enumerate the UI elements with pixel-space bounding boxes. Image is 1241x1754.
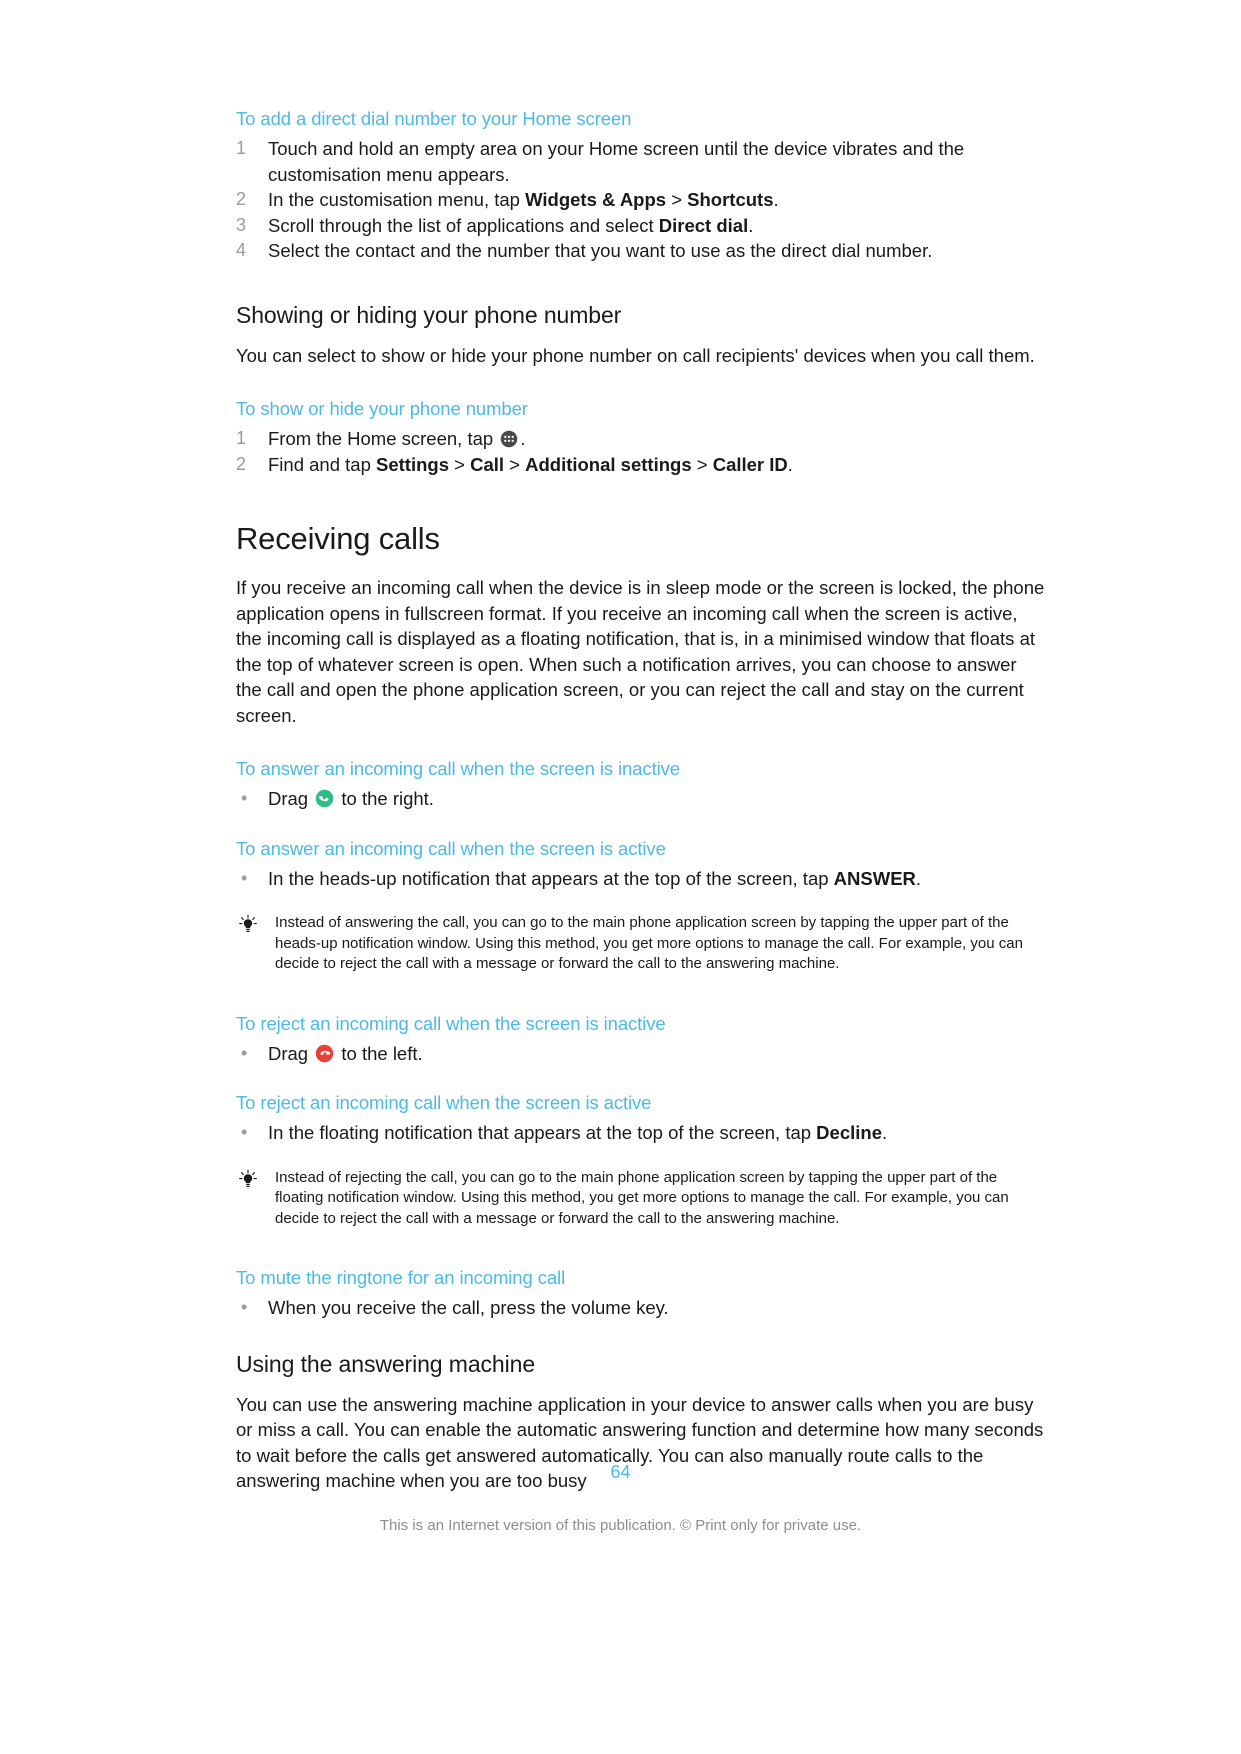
footer-copyright-note: This is an Internet version of this publ… [379, 1517, 862, 1534]
steps-reject-inactive: • Drag to the left. [236, 1041, 1046, 1067]
procedure-title-mute-ringtone: To mute the ringtone for an incoming cal… [236, 1267, 566, 1288]
steps-answer-active: • In the heads-up notification that appe… [236, 866, 1046, 892]
step-text-fragment: to the left. [336, 1042, 423, 1064]
step-text-fragment: Drag [268, 788, 314, 809]
chapter-heading-receiving-calls: Receiving calls [236, 521, 440, 556]
step-text-fragment: In the heads-up notification that appear… [268, 867, 834, 889]
list-item: 2 Find and tap Settings > Call > Additio… [236, 452, 1046, 478]
step-text-bold: Call [470, 453, 505, 475]
step-text-fragment: Find and tap [268, 453, 376, 475]
step-text-fragment: > [448, 453, 471, 475]
step-text-bold: Decline [816, 1122, 882, 1143]
steps-show-hide-number: 1 From the Home screen, tap . 2 Find and… [236, 426, 1046, 477]
list-item: 2 In the customisation menu, tap Widgets… [236, 187, 1046, 213]
bullet-marker: • [241, 1042, 248, 1063]
bullet-marker: • [241, 1297, 248, 1317]
list-item: • Drag to the left. [236, 1041, 1046, 1067]
step-text-fragment: > [691, 453, 713, 475]
list-item: 1 From the Home screen, tap . [236, 426, 1046, 452]
reject-call-icon [315, 1044, 334, 1063]
step-number: 1 [236, 138, 247, 158]
chapter-body-receiving-calls: If you receive an incoming call when the… [236, 577, 1045, 726]
app-drawer-icon [500, 429, 518, 448]
list-item: • When you receive the call, press the v… [236, 1295, 1046, 1321]
step-text-bold: Additional settings [525, 453, 692, 475]
section-body-showing-hiding: You can select to show or hide your phon… [236, 344, 1035, 366]
bullet-marker: • [241, 867, 248, 888]
procedure-title-show-hide-number: To show or hide your phone number [236, 398, 528, 419]
step-text-fragment: . [787, 453, 793, 475]
step-text-fragment: to the right. [336, 788, 434, 809]
step-text: When you receive the call, press the vol… [268, 1297, 669, 1318]
steps-direct-dial: 1 Touch and hold an empty area on your H… [236, 136, 1046, 264]
list-item: • In the heads-up notification that appe… [236, 866, 1046, 892]
step-text: Touch and hold an empty area on your Hom… [268, 138, 965, 185]
steps-reject-active: • In the floating notification that appe… [236, 1120, 1046, 1146]
list-item: 4 Select the contact and the number that… [236, 238, 1046, 264]
page-number: 64 [610, 1462, 631, 1482]
step-text-fragment: From the Home screen, tap [268, 428, 499, 449]
step-text-bold: Caller ID [712, 453, 788, 475]
step-text-fragment: . [881, 1122, 888, 1143]
procedure-title-direct-dial: To add a direct dial number to your Home… [236, 108, 632, 129]
step-text: Select the contact and the number that y… [268, 240, 933, 261]
answer-call-icon [315, 789, 334, 808]
tip-text-answer: Instead of answering the call, you can g… [275, 914, 1023, 972]
section-heading-answering-machine: Using the answering machine [236, 1350, 536, 1377]
tip-text-reject: Instead of rejecting the call, you can g… [275, 1168, 1009, 1227]
bullet-marker: • [241, 1122, 248, 1142]
step-text-fragment: . [915, 867, 922, 889]
step-number: 2 [236, 189, 247, 209]
procedure-title-reject-active: To reject an incoming call when the scre… [236, 1092, 652, 1113]
step-text-bold: Shortcuts [687, 189, 774, 210]
steps-answer-inactive: • Drag to the right. [236, 786, 1046, 812]
step-number: 1 [236, 428, 247, 448]
step-text-fragment: . [748, 214, 754, 236]
step-text-bold: Settings [376, 453, 449, 475]
step-text-fragment: > [504, 453, 526, 475]
step-text-fragment: In the floating notification that appear… [268, 1122, 817, 1143]
list-item: 1 Touch and hold an empty area on your H… [236, 136, 1046, 187]
list-item: 3 Scroll through the list of application… [236, 213, 1046, 239]
page-content: To add a direct dial number to your Home… [236, 108, 1046, 1494]
procedure-title-reject-inactive: To reject an incoming call when the scre… [236, 1012, 666, 1034]
list-item: • Drag to the right. [236, 786, 1046, 812]
step-text-fragment: In the customisation menu, tap [268, 189, 526, 210]
step-number: 4 [236, 240, 247, 260]
step-text-fragment: Scroll through the list of applications … [268, 214, 659, 236]
step-number: 2 [236, 453, 247, 474]
procedure-title-answer-active: To answer an incoming call when the scre… [236, 837, 666, 859]
step-number: 3 [236, 214, 247, 235]
tip-block-answer: Instead of answering the call, you can g… [236, 913, 1046, 975]
procedure-title-answer-inactive: To answer an incoming call when the scre… [236, 758, 680, 779]
section-heading-showing-hiding: Showing or hiding your phone number [236, 301, 622, 328]
step-text-bold: ANSWER [833, 867, 916, 889]
step-text-fragment: . [520, 428, 526, 449]
list-item: • In the floating notification that appe… [236, 1120, 1046, 1146]
steps-mute-ringtone: • When you receive the call, press the v… [236, 1295, 1046, 1321]
lightbulb-icon [237, 1169, 259, 1191]
tip-block-reject: Instead of rejecting the call, you can g… [236, 1168, 1046, 1230]
step-text-fragment: Drag [268, 1042, 314, 1064]
step-text-bold: Widgets & Apps [525, 189, 667, 210]
bullet-marker: • [241, 788, 248, 808]
step-text-bold: Direct dial [658, 214, 749, 236]
manual-page: To add a direct dial number to your Home… [0, 0, 1241, 1754]
step-text-fragment: > [666, 189, 688, 210]
lightbulb-icon [237, 914, 259, 936]
step-text-fragment: . [773, 189, 779, 210]
